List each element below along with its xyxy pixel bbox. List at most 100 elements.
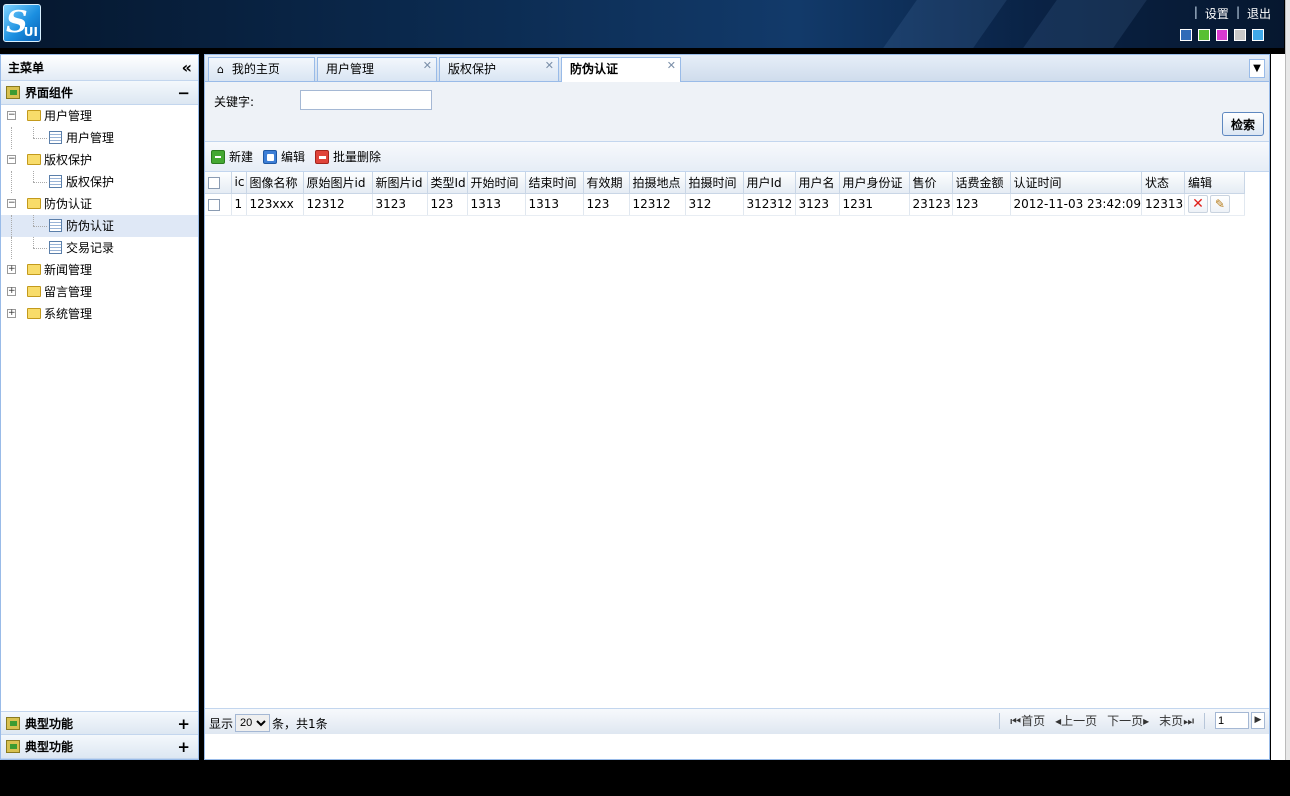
column-header[interactable]: 用户身份证 — [839, 172, 910, 194]
table-cell: 123 — [427, 193, 468, 216]
first-page-button[interactable]: ⏮首页 — [1010, 712, 1045, 729]
tab-copyright[interactable]: 版权保护 ✕ — [439, 57, 559, 81]
row-checkbox[interactable] — [208, 198, 220, 211]
column-header[interactable]: 编辑 — [1184, 172, 1245, 194]
theme-pink-swatch[interactable] — [1216, 29, 1228, 41]
logout-link[interactable]: 退出 — [1244, 5, 1274, 22]
window-scrollbar[interactable] — [1285, 0, 1290, 760]
tree-folder-anti-counterfeit[interactable]: − 防伪认证 — [1, 193, 198, 215]
close-icon[interactable]: ✕ — [545, 55, 554, 77]
theme-blue-swatch[interactable] — [1180, 29, 1192, 41]
search-button[interactable]: 检索 — [1222, 112, 1264, 136]
accordion-typical-features-2[interactable]: 典型功能 + — [1, 735, 198, 759]
tree-guide-line — [33, 248, 47, 249]
column-header[interactable]: 用户Id — [743, 172, 796, 194]
table-cell: 23123 — [909, 193, 953, 216]
column-header[interactable]: 话费金额 — [952, 172, 1011, 194]
close-icon[interactable]: ✕ — [667, 55, 676, 77]
page-number-input[interactable] — [1215, 712, 1249, 729]
settings-link[interactable]: 设置 — [1202, 5, 1232, 22]
double-chevron-left-icon[interactable]: « — [182, 55, 192, 81]
keyword-input[interactable] — [300, 90, 432, 110]
double-chevron-down-icon[interactable]: ▼ — [1249, 59, 1265, 78]
collapse-node-icon[interactable]: − — [7, 111, 16, 120]
table-cell: 12313 — [1141, 193, 1185, 216]
tab-home[interactable]: ⌂ 我的主页 — [208, 57, 315, 81]
prev-page-button[interactable]: ◂上一页 — [1055, 712, 1097, 729]
tree-guide-line — [33, 226, 47, 227]
column-header[interactable]: 认证时间 — [1010, 172, 1142, 194]
column-header[interactable]: 拍摄时间 — [685, 172, 744, 194]
edit-row-icon[interactable]: ✎ — [1209, 195, 1230, 213]
expand-node-icon[interactable]: + — [7, 287, 16, 296]
column-header[interactable]: 图像名称 — [246, 172, 304, 194]
tree-node-label: 版权保护 — [44, 153, 93, 167]
new-button[interactable]: 新建 — [211, 148, 253, 165]
table-header-row: ic 图像名称 原始图片id 新图片id 类型Id 开始时间 结束时间 有效期 拍摄地点 拍摄时间… — [205, 172, 1245, 194]
column-header[interactable]: 有效期 — [583, 172, 630, 194]
theme-gray-swatch[interactable] — [1234, 29, 1246, 41]
tree-page-anti-counterfeit[interactable]: 防伪认证 — [1, 215, 198, 237]
tree-page-copyright[interactable]: 版权保护 — [1, 171, 198, 193]
tree-folder-messages[interactable]: + 留言管理 — [1, 281, 198, 303]
column-header[interactable]: 状态 — [1141, 172, 1185, 194]
keyword-label: 关键字: — [214, 95, 255, 109]
column-header[interactable]: 开始时间 — [467, 172, 526, 194]
page-size-select[interactable]: 20 — [235, 714, 271, 732]
accordion-ui-components[interactable]: 界面组件 − — [1, 81, 198, 105]
select-all-checkbox[interactable] — [208, 176, 220, 189]
tree-folder-copyright[interactable]: − 版权保护 — [1, 149, 198, 171]
expand-node-icon[interactable]: + — [7, 265, 16, 274]
tree-page-user-management[interactable]: 用户管理 — [1, 127, 198, 149]
column-header[interactable]: 类型Id — [427, 172, 468, 194]
page-icon — [49, 175, 62, 188]
header-decoration — [883, 0, 1007, 48]
edit-button[interactable]: 编辑 — [263, 148, 305, 165]
folder-icon — [27, 154, 41, 165]
tree-folder-system[interactable]: + 系统管理 — [1, 303, 198, 325]
close-icon[interactable]: ✕ — [423, 55, 432, 77]
collapse-node-icon[interactable]: − — [7, 155, 16, 164]
last-page-button[interactable]: 末页⏭ — [1159, 712, 1194, 729]
column-header[interactable]: 新图片id — [372, 172, 428, 194]
delete-row-icon[interactable]: ✕ — [1187, 195, 1208, 213]
tree-page-transactions[interactable]: 交易记录 — [1, 237, 198, 259]
delete-icon — [315, 149, 330, 164]
column-header[interactable]: 拍摄地点 — [629, 172, 686, 194]
collapse-icon[interactable]: − — [177, 81, 190, 105]
accordion-typical-features[interactable]: 典型功能 + — [1, 711, 198, 735]
next-page-button[interactable]: 下一页▸ — [1107, 712, 1149, 729]
table-row[interactable]: 1 123xxx 12312 3123 123 1313 1313 123 12312 312 31… — [205, 193, 1245, 216]
tree-node-label: 防伪认证 — [44, 197, 93, 211]
tab-label: 用户管理 — [326, 62, 375, 76]
tree-node-label: 交易记录 — [66, 241, 115, 255]
tab-anti-counterfeit[interactable]: 防伪认证 ✕ — [561, 57, 681, 82]
column-header[interactable]: 售价 — [909, 172, 953, 194]
theme-switcher — [1180, 29, 1264, 41]
expand-icon[interactable]: + — [177, 712, 190, 736]
tab-label: 版权保护 — [448, 62, 497, 76]
app-logo: S UI — [3, 4, 41, 42]
table-cell: 1231 — [839, 193, 910, 216]
expand-icon[interactable]: + — [177, 735, 190, 759]
tab-label: 我的主页 — [231, 62, 280, 76]
theme-green-swatch[interactable] — [1198, 29, 1210, 41]
collapse-node-icon[interactable]: − — [7, 199, 16, 208]
column-header[interactable]: 原始图片id — [303, 172, 373, 194]
content-panel: ⌂ 我的主页 用户管理 ✕ 版权保护 ✕ 防伪认证 ✕ ▼ 关键字: 检索 新建… — [204, 54, 1270, 760]
tree-node-label: 留言管理 — [44, 285, 93, 299]
column-header[interactable]: 用户名 — [795, 172, 840, 194]
tree-folder-news[interactable]: + 新闻管理 — [1, 259, 198, 281]
menu-tree: − 用户管理 用户管理 − 版权保护 版权保护 − 防伪认证 防伪认证 交易记录 + 新闻管理 + 留言管… — [1, 105, 198, 325]
tab-label: 防伪认证 — [570, 62, 619, 76]
table-cell: 12312 — [629, 193, 686, 216]
home-icon: ⌂ — [217, 63, 224, 76]
column-header[interactable]: ic — [231, 172, 247, 194]
go-arrow-icon[interactable]: ▶ — [1251, 712, 1265, 729]
batch-delete-button[interactable]: 批量删除 — [315, 148, 381, 165]
tab-user-management[interactable]: 用户管理 ✕ — [317, 57, 437, 81]
expand-node-icon[interactable]: + — [7, 309, 16, 318]
theme-lightblue-swatch[interactable] — [1252, 29, 1264, 41]
column-header[interactable]: 结束时间 — [525, 172, 584, 194]
tree-folder-user-management[interactable]: − 用户管理 — [1, 105, 198, 127]
